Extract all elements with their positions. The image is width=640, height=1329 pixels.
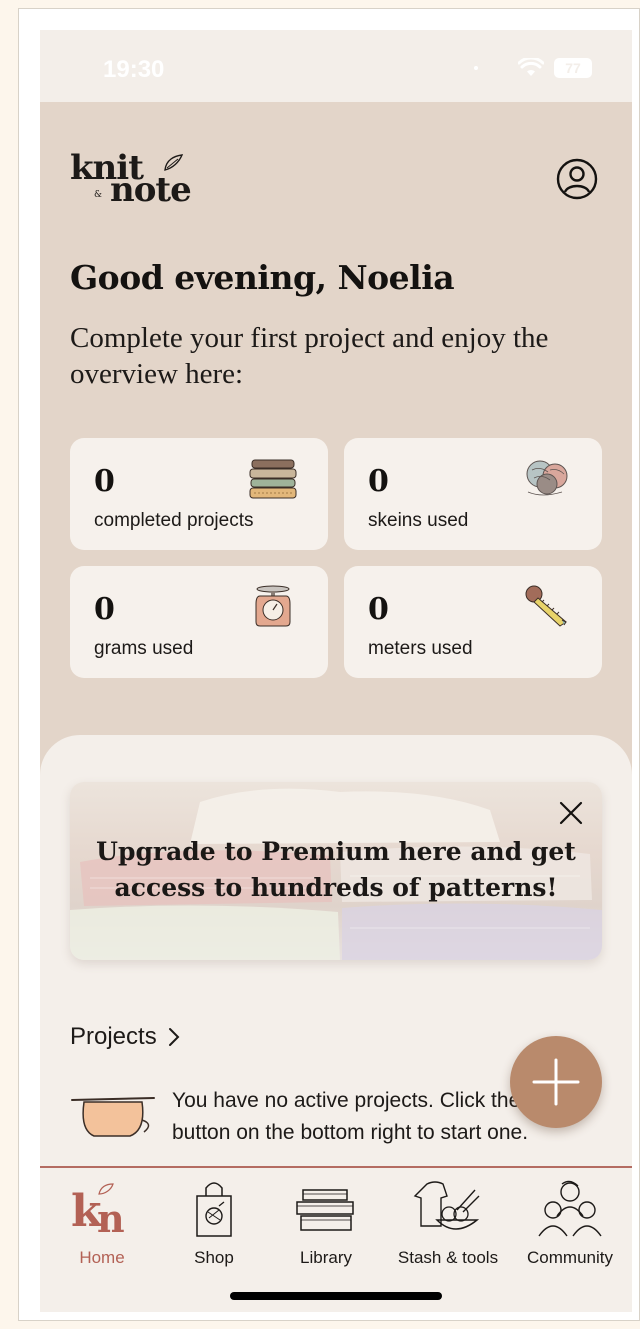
knit-note-logo[interactable]: knit & note <box>70 148 200 210</box>
tab-label: Community <box>527 1248 613 1267</box>
stat-value: 0 <box>368 464 389 499</box>
stat-card-meters-used: 0 meters used <box>344 566 602 678</box>
people-icon <box>538 1180 602 1237</box>
stat-value: 0 <box>94 592 115 627</box>
leaf-icon <box>164 154 184 171</box>
logo-word-note: note <box>110 170 192 210</box>
add-project-button[interactable] <box>510 1036 602 1128</box>
app-screen: 19:30 77 knit & note Good evening, Noeli… <box>40 30 632 1312</box>
tab-home[interactable]: k n Home <box>42 1176 162 1268</box>
stash-tools-icon <box>413 1181 480 1230</box>
tab-label: Shop <box>194 1248 234 1267</box>
wifi-icon <box>518 58 544 76</box>
bottom-tab-bar: k n Home Shop Library Stash & tools Comm… <box>40 1166 632 1312</box>
chevron-right-icon <box>168 1028 180 1046</box>
svg-text:n: n <box>97 1196 125 1240</box>
books-icon <box>296 1189 354 1231</box>
promo-text: Upgrade to Premium here and get access t… <box>96 837 576 902</box>
signal-icon <box>474 66 478 70</box>
stat-label: meters used <box>368 638 473 659</box>
overview-subtitle: Complete your first project and enjoy th… <box>70 322 549 390</box>
stat-value: 0 <box>368 592 389 627</box>
knitting-needles-icon <box>71 1097 155 1137</box>
close-icon[interactable] <box>558 800 584 826</box>
stat-value: 0 <box>94 464 115 499</box>
measuring-tape-icon <box>525 585 567 627</box>
projects-link[interactable]: Projects <box>70 1023 181 1051</box>
kitchen-scale-icon <box>255 585 291 627</box>
logo-ampersand: & <box>94 190 103 200</box>
home-indicator <box>230 1292 442 1300</box>
battery-icon: 77 <box>554 58 592 78</box>
tab-library[interactable]: Library <box>266 1176 386 1268</box>
folded-sweaters-icon <box>249 459 297 499</box>
tab-stash-tools[interactable]: Stash & tools <box>388 1176 508 1268</box>
stat-label: skeins used <box>368 510 469 531</box>
user-circle-icon[interactable] <box>556 158 598 200</box>
tab-community[interactable]: Community <box>510 1176 630 1268</box>
shopping-bag-icon <box>196 1182 232 1237</box>
greeting-heading: Good evening, Noelia <box>70 258 455 297</box>
plus-icon <box>532 1058 580 1106</box>
tab-label: Home <box>79 1248 125 1267</box>
status-icons: 77 <box>474 58 592 78</box>
stat-card-grams-used: 0 grams used <box>70 566 328 678</box>
stat-card-skeins-used: 0 skeins used <box>344 438 602 550</box>
kn-logo-icon: k n <box>71 1183 125 1240</box>
tab-shop[interactable]: Shop <box>154 1176 274 1268</box>
stat-label: completed projects <box>94 510 254 531</box>
projects-title: Projects <box>70 1023 157 1050</box>
stat-card-completed-projects: 0 completed projects <box>70 438 328 550</box>
stat-label: grams used <box>94 638 194 659</box>
premium-promo-banner[interactable]: Upgrade to Premium here and get access t… <box>70 782 602 960</box>
tab-label: Library <box>300 1248 352 1267</box>
tab-label: Stash & tools <box>397 1248 499 1267</box>
status-bar: 19:30 77 <box>40 30 632 102</box>
yarn-balls-icon <box>526 460 568 496</box>
status-time: 19:30 <box>103 56 165 83</box>
